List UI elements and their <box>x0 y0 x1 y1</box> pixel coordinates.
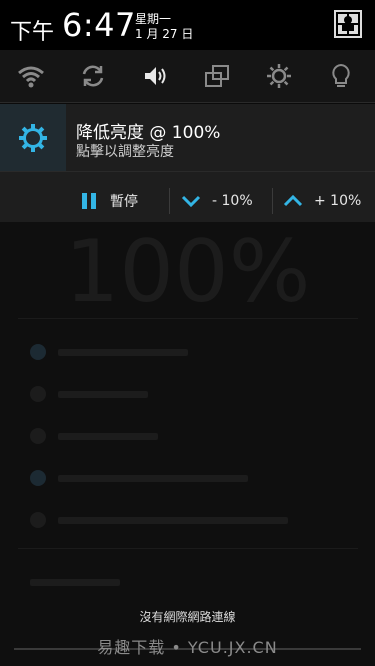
notification-divider <box>0 171 375 172</box>
weekday: 星期一 <box>135 12 172 26</box>
screen-rotation-icon <box>205 65 229 87</box>
background-row <box>30 470 330 488</box>
brightness-toggle[interactable] <box>248 50 310 102</box>
divider <box>0 102 375 103</box>
gear-icon <box>19 123 47 152</box>
action-separator <box>272 188 273 214</box>
rotation-toggle[interactable] <box>186 50 248 102</box>
network-status-message: 沒有網際網路連線 <box>139 610 236 624</box>
date: 1 月 27 日 <box>135 27 194 41</box>
notification-icon-box <box>0 104 66 171</box>
clock: 6:47 <box>62 6 136 44</box>
time-prefix: 下午 <box>10 20 55 45</box>
chevron-up-icon <box>283 194 303 207</box>
brightness-icon <box>267 64 291 88</box>
wifi-icon <box>18 66 44 88</box>
background-app: 100% <box>0 222 375 666</box>
background-brightness-value: 100% <box>64 222 311 322</box>
notification-title: 降低亮度 @ 100% <box>76 123 221 143</box>
flashlight-toggle[interactable] <box>310 50 372 102</box>
brightness-notification[interactable]: 降低亮度 @ 100% 點擊以調整亮度 暫停 - 10% + 10% <box>0 104 375 222</box>
decrease-label: - 10% <box>212 193 253 209</box>
increase-label: + 10% <box>314 193 362 209</box>
wifi-toggle[interactable] <box>0 50 62 102</box>
pause-label: 暫停 <box>110 194 138 210</box>
background-row <box>30 574 330 592</box>
background-row <box>30 512 330 530</box>
background-row <box>30 428 330 446</box>
increase-button[interactable]: + 10% <box>282 180 361 222</box>
quick-settings-bar <box>0 50 375 102</box>
flashlight-icon <box>332 63 350 87</box>
date-block: 星期一 1 月 27 日 <box>135 12 193 42</box>
action-separator <box>169 188 170 214</box>
pause-button[interactable]: 暫停 <box>78 180 138 222</box>
watermark: 易趣下载 • YCU.JX.CN <box>97 638 278 657</box>
background-row <box>30 386 330 404</box>
sound-toggle[interactable] <box>124 50 186 102</box>
sync-toggle[interactable] <box>62 50 124 102</box>
background-divider <box>18 318 358 319</box>
background-divider <box>18 548 358 549</box>
sound-icon <box>145 67 166 85</box>
background-row <box>30 344 330 362</box>
decrease-button[interactable]: - 10% <box>180 180 253 222</box>
notification-actions: 暫停 - 10% + 10% <box>66 180 375 222</box>
status-bar: 下午 6:47 星期一 1 月 27 日 <box>0 0 375 50</box>
profile-icon[interactable] <box>334 10 362 38</box>
sync-icon <box>82 65 104 87</box>
pause-icon <box>82 193 96 209</box>
notification-subtitle: 點擊以調整亮度 <box>76 144 174 160</box>
chevron-down-icon <box>181 195 201 208</box>
